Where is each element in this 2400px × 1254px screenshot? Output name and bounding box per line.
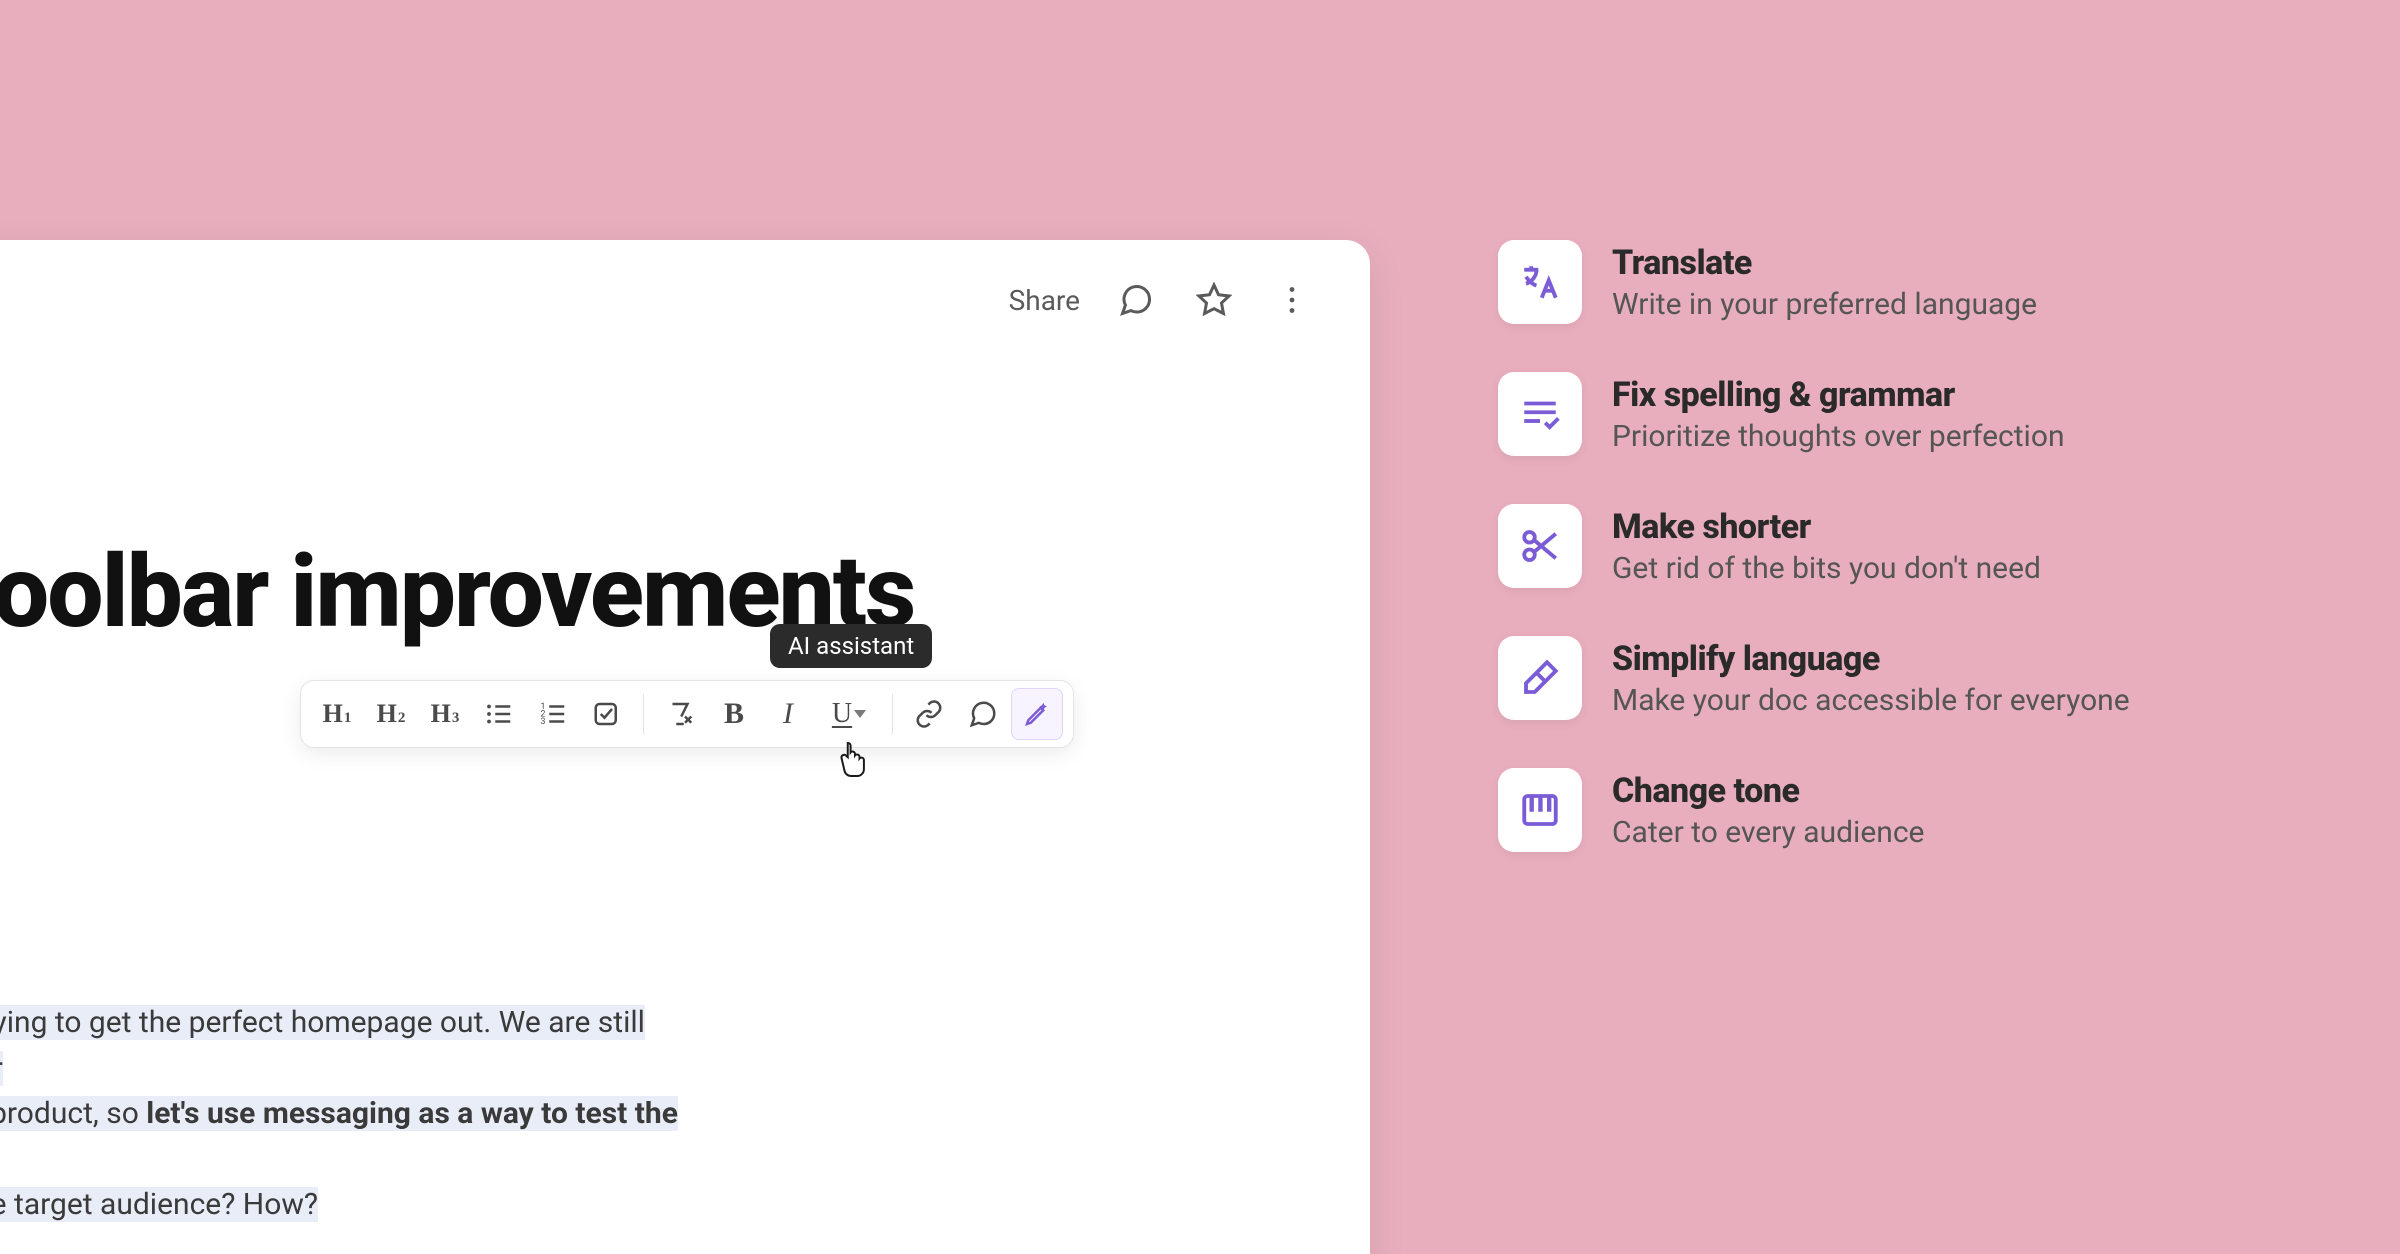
feature-subtitle: Write in your preferred language (1612, 287, 2037, 322)
favorite-button[interactable] (1192, 278, 1236, 322)
feature-text: Simplify language Make your doc accessib… (1612, 639, 2130, 718)
star-icon (1196, 282, 1232, 318)
link-icon (914, 699, 944, 729)
feature-subtitle: Cater to every audience (1612, 815, 1924, 850)
eraser-icon (1519, 657, 1561, 699)
check-square-icon (592, 699, 622, 729)
feature-subtitle: Prioritize thoughts over perfection (1612, 419, 2065, 454)
heading1-button[interactable]: H1 (311, 688, 363, 740)
kebab-icon (1274, 282, 1310, 318)
share-button[interactable]: Share (1009, 284, 1080, 317)
header-actions: Share (1009, 278, 1314, 322)
cursor-icon (835, 740, 869, 780)
text-span: stage, we aren't trying to get the perfe… (0, 1005, 645, 1086)
bold-button[interactable]: B (708, 688, 760, 740)
feature-fix-spelling[interactable]: Fix spelling & grammar Prioritize though… (1498, 372, 2130, 456)
document-title[interactable]: ew toolbar improvements (0, 534, 1314, 651)
simplify-icon-box (1498, 636, 1582, 720)
bullet-list-icon (484, 699, 514, 729)
h2-sub: 2 (398, 710, 406, 727)
h1-sub: 1 (344, 710, 352, 727)
comment-icon (1118, 282, 1154, 318)
more-button[interactable] (1270, 278, 1314, 322)
ai-assistant-tooltip: AI assistant (770, 624, 932, 668)
translate-icon-box (1498, 240, 1582, 324)
text-toolbar: H1 H2 H3 123 B I U (300, 680, 1074, 748)
document-header: epage Share (0, 276, 1314, 324)
piano-icon (1519, 789, 1561, 831)
ordered-list-button[interactable]: 123 (527, 688, 579, 740)
sparkle-pencil-icon (1022, 699, 1052, 729)
link-button[interactable] (903, 688, 955, 740)
underline-letter: U (832, 698, 852, 730)
ai-assistant-button[interactable] (1011, 688, 1063, 740)
h2-letter: H (377, 699, 397, 729)
feature-subtitle: Get rid of the bits you don't need (1612, 551, 2041, 586)
toolbar-separator (643, 694, 644, 734)
feature-text: Make shorter Get rid of the bits you don… (1612, 507, 2041, 586)
toolbar-separator (892, 694, 893, 734)
feature-title: Translate (1612, 243, 2037, 283)
clear-format-icon (665, 699, 695, 729)
h3-letter: H (431, 699, 451, 729)
feature-text: Change tone Cater to every audience (1612, 771, 1924, 850)
italic-letter: I (783, 697, 793, 731)
feature-subtitle: Make your doc accessible for everyone (1612, 683, 2130, 718)
fix-spelling-icon-box (1498, 372, 1582, 456)
feature-translate[interactable]: Translate Write in your preferred langua… (1498, 240, 2130, 324)
text-span: ouilding the right product, so (0, 1096, 146, 1131)
lines-check-icon (1519, 393, 1561, 435)
feature-make-shorter[interactable]: Make shorter Get rid of the bits you don… (1498, 504, 2130, 588)
feature-text: Translate Write in your preferred langua… (1612, 243, 2037, 322)
translate-icon (1519, 261, 1561, 303)
comment-icon (968, 699, 998, 729)
checklist-button[interactable] (581, 688, 633, 740)
feature-simplify[interactable]: Simplify language Make your doc accessib… (1498, 636, 2130, 720)
feature-title: Fix spelling & grammar (1612, 375, 2065, 415)
feature-text: Fix spelling & grammar Prioritize though… (1612, 375, 2065, 454)
bullet-list-button[interactable] (473, 688, 525, 740)
comment-button[interactable] (957, 688, 1009, 740)
paragraph-1[interactable]: stage, we aren't trying to get the perfe… (0, 1000, 759, 1228)
clear-format-button[interactable] (654, 688, 706, 740)
scissors-icon (1519, 525, 1561, 567)
h3-sub: 3 (452, 710, 460, 727)
comments-button[interactable] (1114, 278, 1158, 322)
underline-button[interactable]: U (816, 688, 882, 740)
bold-letter: B (724, 697, 744, 731)
heading3-button[interactable]: H3 (419, 688, 471, 740)
text-span: t resonate with the target audience? How… (0, 1187, 318, 1222)
italic-button[interactable]: I (762, 688, 814, 740)
heading2-button[interactable]: H2 (365, 688, 417, 740)
feature-title: Change tone (1612, 771, 1924, 811)
feature-title: Make shorter (1612, 507, 2041, 547)
make-shorter-icon-box (1498, 504, 1582, 588)
document-body[interactable]: stage, we aren't trying to get the perfe… (0, 1000, 759, 1254)
change-tone-icon-box (1498, 768, 1582, 852)
ordered-list-icon: 123 (538, 699, 568, 729)
floating-toolbar-wrap: AI assistant H1 H2 H3 123 B I U (300, 680, 1074, 748)
feature-list: Translate Write in your preferred langua… (1498, 240, 2130, 852)
svg-text:3: 3 (541, 717, 546, 727)
feature-title: Simplify language (1612, 639, 2130, 679)
chevron-down-icon (854, 710, 866, 718)
feature-change-tone[interactable]: Change tone Cater to every audience (1498, 768, 2130, 852)
h1-letter: H (323, 699, 343, 729)
